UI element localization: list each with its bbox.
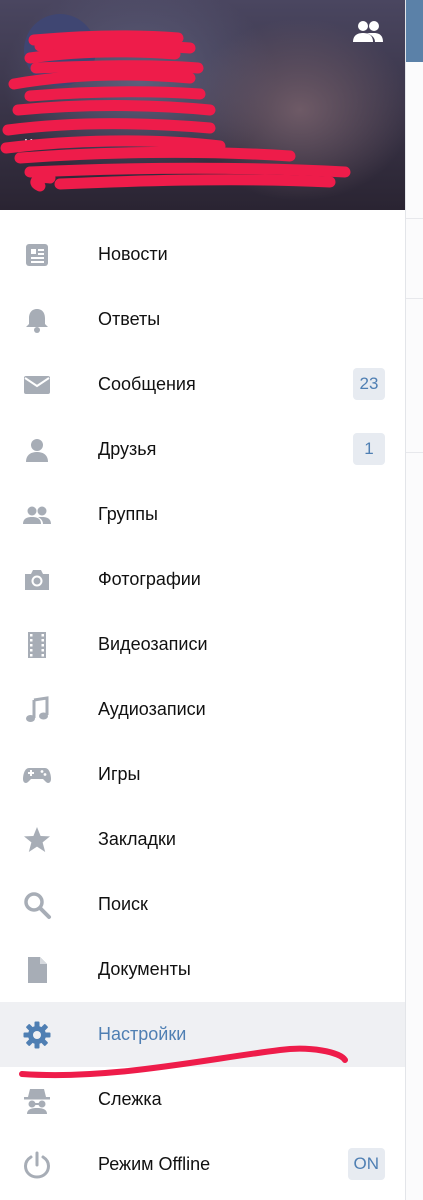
menu-item[interactable]: Сообщения 23	[0, 352, 405, 417]
friends-button[interactable]	[348, 16, 388, 52]
menu-item-label: Режим Offline	[98, 1154, 211, 1174]
avatar[interactable]	[24, 14, 96, 86]
divider	[406, 298, 423, 299]
menu-item[interactable]: Слежка	[0, 1067, 405, 1132]
background-content	[405, 0, 423, 1200]
people-icon	[21, 500, 53, 530]
menu-item[interactable]: Игры	[0, 742, 405, 807]
person-icon	[21, 435, 53, 465]
divider	[406, 452, 423, 453]
menu-item[interactable]: Режим Offline ON	[0, 1132, 405, 1197]
gear-icon	[21, 1020, 53, 1050]
profile-header[interactable]: К	[0, 0, 405, 210]
menu-item-label: Поиск	[98, 894, 148, 914]
menu-item[interactable]: Поиск	[0, 872, 405, 937]
star-icon	[21, 825, 53, 855]
menu-item[interactable]: Настройки	[0, 1002, 405, 1067]
count-badge: ON	[347, 1148, 385, 1180]
power-icon	[21, 1150, 53, 1180]
background-top-bar	[406, 0, 423, 62]
menu-item-label: Настройки	[98, 1024, 187, 1044]
menu-item-label: Закладки	[98, 829, 176, 849]
menu-item-label: Сообщения	[98, 374, 196, 394]
menu-item[interactable]: Аудиозаписи	[0, 677, 405, 742]
menu-item-label: Документы	[98, 959, 191, 979]
search-icon	[21, 890, 53, 920]
spy-icon	[21, 1085, 53, 1115]
menu-item[interactable]: Видеозаписи	[0, 612, 405, 677]
menu-item-label: Фотографии	[98, 569, 201, 589]
film-icon	[21, 630, 53, 660]
bell-icon	[21, 305, 53, 335]
news-icon	[21, 240, 53, 270]
menu-item-label: Новости	[98, 244, 168, 264]
menu-item[interactable]: Закладки	[0, 807, 405, 872]
gamepad-icon	[21, 760, 53, 790]
menu-item-label: Друзья	[98, 439, 157, 459]
menu-item-label: Ответы	[98, 309, 161, 329]
envelope-icon	[21, 370, 53, 400]
menu-item[interactable]: Друзья 1	[0, 417, 405, 482]
menu-item-label: Слежка	[98, 1089, 162, 1109]
menu-item[interactable]: Фотографии	[0, 547, 405, 612]
profile-status	[24, 162, 364, 180]
menu-item-label: Группы	[98, 504, 158, 524]
menu-item-label: Игры	[98, 764, 141, 784]
menu-item[interactable]: Документы	[0, 937, 405, 1002]
divider	[406, 218, 423, 219]
menu-item[interactable]: Новости	[0, 222, 405, 287]
count-badge: 23	[353, 368, 385, 400]
menu-item-label: Видеозаписи	[98, 634, 208, 654]
menu-list: Новости Ответы Сообщения 23 Друзья 1 Группы Фот…	[0, 222, 405, 1197]
menu-item[interactable]: Ответы	[0, 287, 405, 352]
document-icon	[21, 955, 53, 985]
profile-name: К	[24, 136, 33, 153]
music-note-icon	[21, 695, 53, 725]
camera-icon	[21, 565, 53, 595]
menu-item-label: Аудиозаписи	[98, 699, 206, 719]
people-icon	[351, 19, 385, 50]
navigation-drawer: К Новости Ответы Сообщения 23 Друзья 1 Группы Ф…	[0, 0, 405, 1200]
count-badge: 1	[353, 433, 385, 465]
menu-item[interactable]: Группы	[0, 482, 405, 547]
